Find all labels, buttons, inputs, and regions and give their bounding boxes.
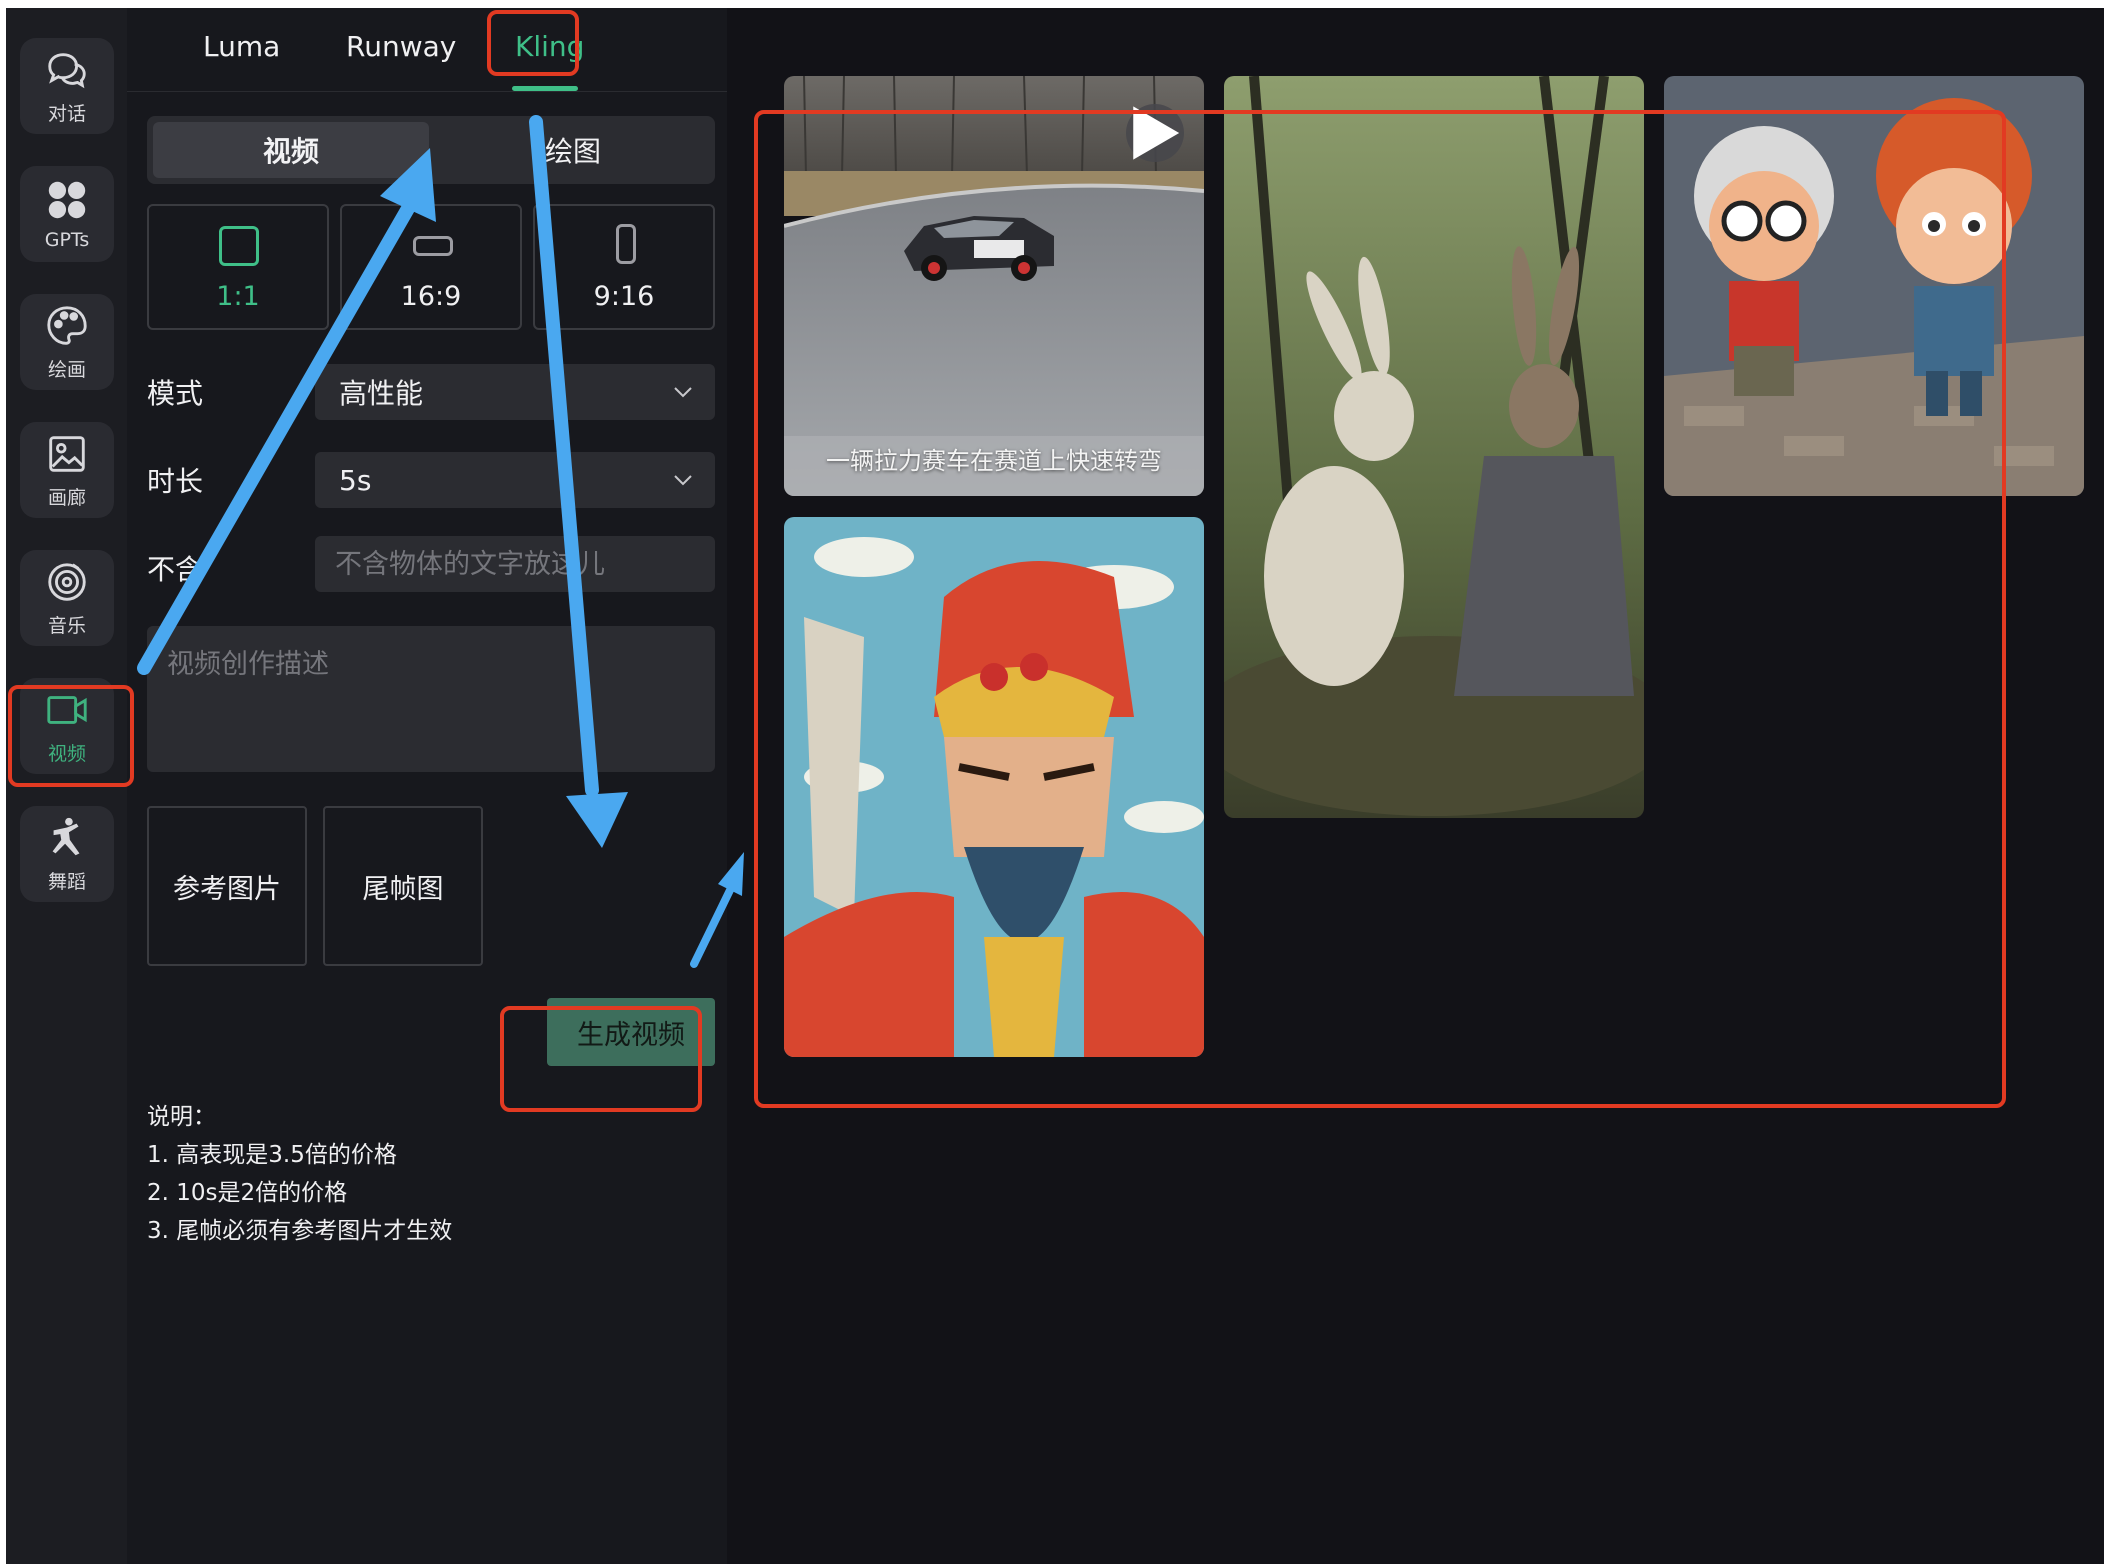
ratio-16-9-button[interactable]: 16:9 xyxy=(340,204,522,330)
sidebar-item-gallery[interactable]: 画廊 xyxy=(20,422,114,518)
palette-icon xyxy=(47,305,87,345)
gallery-item-rabbits[interactable] xyxy=(1224,76,1644,818)
ratio-9-16-button[interactable]: 9:16 xyxy=(533,204,715,330)
pricing-notes: 说明： 1. 高表现是3.5倍的价格 2. 10s是2倍的价格 3. 尾帧必须有… xyxy=(147,1098,452,1250)
sidebar-item-label: 画廊 xyxy=(47,486,86,509)
warrior-portrait-thumbnail xyxy=(784,517,1204,1057)
chevron-down-icon xyxy=(674,475,692,486)
notes-line: 3. 尾帧必须有参考图片才生效 xyxy=(147,1218,453,1244)
sidebar-item-label: 绘画 xyxy=(47,358,86,381)
sidebar-item-label: 对话 xyxy=(47,102,86,125)
sidebar-item-music[interactable]: 音乐 xyxy=(20,550,114,646)
play-button[interactable] xyxy=(1126,104,1184,162)
sidebar-rail: 对话 GPTs 绘画 画廊 音乐 视频 舞蹈 xyxy=(6,8,127,1564)
gallery-item-warrior-portrait[interactable] xyxy=(784,517,1204,1057)
gallery-item-cartoon-kids[interactable] xyxy=(1664,76,2084,496)
tab-runway[interactable]: Runway xyxy=(346,30,456,63)
tab-luma[interactable]: Luma xyxy=(203,30,280,63)
ratio-label: 16:9 xyxy=(400,281,462,312)
sidebar-item-label: 音乐 xyxy=(47,614,86,637)
notes-title: 说明： xyxy=(147,1104,216,1130)
square-ratio-icon xyxy=(219,226,259,266)
ratio-label: 1:1 xyxy=(216,281,260,312)
mode-label: 模式 xyxy=(147,377,204,410)
landscape-ratio-icon xyxy=(413,236,453,256)
video-camera-icon xyxy=(47,695,87,724)
video-mode-button[interactable]: 视频 xyxy=(153,122,429,178)
active-tab-indicator xyxy=(512,86,578,91)
chat-icon xyxy=(48,52,86,88)
generate-video-button[interactable]: 生成视频 xyxy=(547,998,715,1066)
sidebar-item-draw[interactable]: 绘画 xyxy=(20,294,114,390)
negative-prompt-input[interactable] xyxy=(315,536,715,592)
chevron-down-icon xyxy=(674,387,692,398)
sidebar-item-dance[interactable]: 舞蹈 xyxy=(20,806,114,902)
notes-line: 1. 高表现是3.5倍的价格 xyxy=(147,1142,397,1168)
duration-label: 时长 xyxy=(147,465,204,498)
apps-grid-icon xyxy=(48,181,86,219)
video-gallery: 一辆拉力赛车在赛道上快速转弯 xyxy=(727,8,2104,1564)
portrait-ratio-icon xyxy=(616,224,636,264)
rabbits-thumbnail xyxy=(1224,76,1644,818)
mode-select[interactable]: 高性能 xyxy=(315,364,715,420)
app-window: 对话 GPTs 绘画 画廊 音乐 视频 舞蹈 Luma Runway Kling… xyxy=(6,8,2104,1564)
music-disc-icon xyxy=(48,562,86,601)
draw-mode-button[interactable]: 绘图 xyxy=(435,122,711,178)
gallery-caption: 一辆拉力赛车在赛道上快速转弯 xyxy=(826,447,1162,475)
sidebar-item-chat[interactable]: 对话 xyxy=(20,38,114,134)
sidebar-item-gpts[interactable]: GPTs xyxy=(20,166,114,262)
video-settings-panel: Luma Runway Kling 视频 绘图 1:1 16:9 9:16 模式… xyxy=(127,8,727,1564)
gallery-item-rally-car[interactable]: 一辆拉力赛车在赛道上快速转弯 xyxy=(784,76,1204,496)
sidebar-item-label: GPTs xyxy=(44,229,90,251)
sidebar-item-label: 舞蹈 xyxy=(47,870,86,893)
tab-kling[interactable]: Kling xyxy=(515,30,584,63)
cartoon-kids-thumbnail xyxy=(1664,76,2084,496)
ratio-label: 9:16 xyxy=(593,281,655,312)
dance-icon xyxy=(52,817,80,855)
mode-select-value: 高性能 xyxy=(339,377,424,410)
sidebar-item-label: 视频 xyxy=(47,742,86,765)
play-icon xyxy=(1133,106,1180,160)
negative-prompt-label: 不含 xyxy=(147,553,204,586)
mode-switch: 视频 绘图 xyxy=(147,116,715,184)
duration-select-value: 5s xyxy=(339,463,372,497)
image-icon xyxy=(49,435,85,472)
video-prompt-textarea[interactable] xyxy=(147,626,715,772)
ratio-1-1-button[interactable]: 1:1 xyxy=(147,204,329,330)
notes-line: 2. 10s是2倍的价格 xyxy=(147,1180,348,1206)
sidebar-item-video[interactable]: 视频 xyxy=(20,678,114,774)
provider-tabs: Luma Runway Kling xyxy=(127,8,727,92)
tail-frame-upload[interactable]: 尾帧图 xyxy=(323,806,483,966)
reference-image-upload[interactable]: 参考图片 xyxy=(147,806,307,966)
duration-select[interactable]: 5s xyxy=(315,452,715,508)
